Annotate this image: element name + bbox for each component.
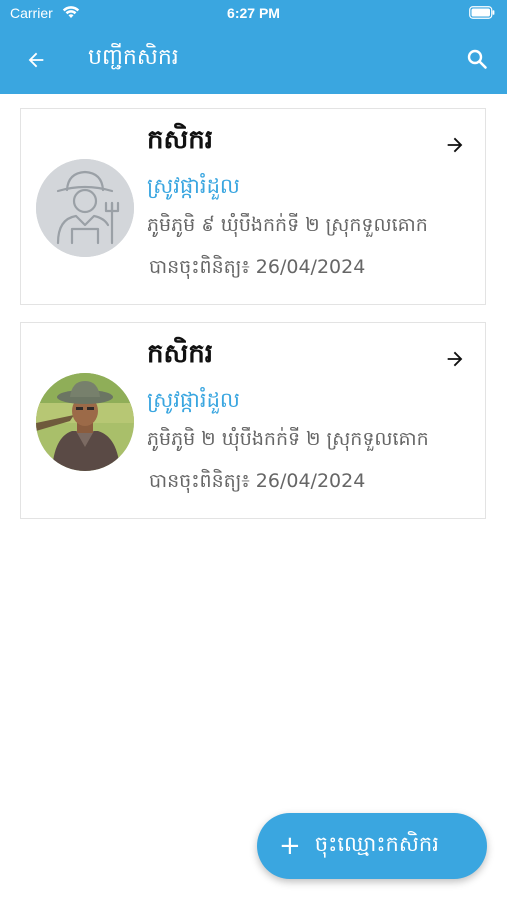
farmer-address: ភូមិភូមិ ២ ឃុំបឹងកក់ទី ២ ស្រុកទួលគោក xyxy=(147,428,429,450)
open-arrow-button[interactable] xyxy=(443,347,467,371)
registration-date: បានចុះពិនិត្យ៖ 26/04/2024 xyxy=(149,256,366,278)
open-arrow-button[interactable] xyxy=(443,133,467,157)
farmer-name: កសិករ xyxy=(147,125,214,155)
farmer-card[interactable]: កសិករ ស្រូវផ្ការំដួល ភូមិភូមិ ២ ឃុំបឹងកក… xyxy=(20,322,486,519)
status-bar: Carrier 6:27 PM xyxy=(0,0,507,28)
back-button[interactable] xyxy=(22,46,50,74)
clock: 6:27 PM xyxy=(227,5,280,21)
farmer-name: កសិករ xyxy=(147,339,214,369)
arrow-right-icon xyxy=(447,351,463,367)
crop-type: ស្រូវផ្ការំដួល xyxy=(147,174,240,198)
farmer-card[interactable]: កសិករ ស្រូវផ្ការំដួល ភូមិភូមិ ៩ ឃុំបឹងកក… xyxy=(20,108,486,305)
arrow-right-icon xyxy=(447,137,463,153)
farmer-photo xyxy=(36,373,134,471)
app-header: Carrier 6:27 PM បញ្ជីកសិករ xyxy=(0,0,507,94)
battery-icon xyxy=(469,6,495,19)
avatar xyxy=(36,159,134,257)
avatar xyxy=(36,373,134,471)
arrow-left-icon xyxy=(28,52,44,68)
register-farmer-label: ចុះឈ្មោះកសិករ xyxy=(314,831,439,856)
crop-type: ស្រូវផ្ការំដួល xyxy=(147,388,240,412)
farmer-address: ភូមិភូមិ ៩ ឃុំបឹងកក់ទី ២ ស្រុកទួលគោក xyxy=(147,214,428,236)
register-farmer-button[interactable]: + ចុះឈ្មោះកសិករ xyxy=(257,813,487,879)
page-title: បញ្ជីកសិករ xyxy=(88,45,179,70)
farmer-placeholder-icon xyxy=(36,159,134,257)
search-button[interactable] xyxy=(463,45,491,73)
registration-date: បានចុះពិនិត្យ៖ 26/04/2024 xyxy=(149,470,366,492)
plus-icon: + xyxy=(279,831,301,861)
search-icon xyxy=(467,49,487,69)
